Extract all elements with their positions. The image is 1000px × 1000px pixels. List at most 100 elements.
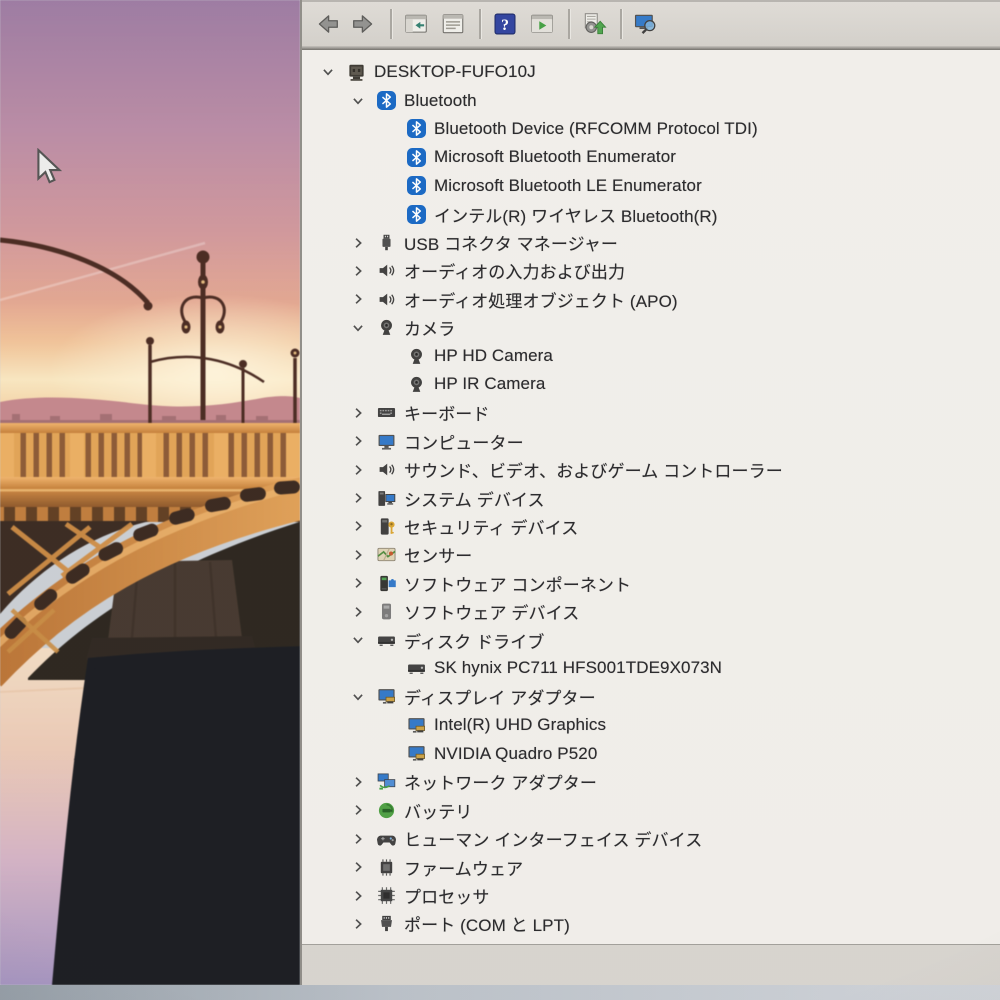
toolbar-separator bbox=[568, 9, 571, 39]
tree-item-firmware[interactable]: ファームウェア bbox=[302, 853, 1000, 881]
battery-icon bbox=[376, 800, 396, 820]
tree-item-label: システム デバイス bbox=[404, 490, 545, 510]
tree-item-audio-inputs-outputs[interactable]: オーディオの入力および出力 bbox=[302, 257, 1000, 285]
camera-icon bbox=[406, 374, 426, 394]
tree-item-label: ポート (COM と LPT) bbox=[404, 916, 570, 936]
tree-item-sound-video-game-controllers[interactable]: サウンド、ビデオ、およびゲーム コントローラー bbox=[302, 455, 1000, 483]
tree-item-sk-hynix-ssd[interactable]: SK hynix PC711 HFS001TDE9X073N bbox=[302, 654, 1000, 682]
tree-item-disk-drives-group[interactable]: ディスク ドライブ bbox=[302, 626, 1000, 654]
chevron-right-icon[interactable] bbox=[350, 293, 376, 305]
toolbar-forward-button[interactable] bbox=[347, 6, 381, 42]
chevron-right-icon[interactable] bbox=[350, 464, 376, 476]
tree-item-label: プロセッサ bbox=[404, 888, 490, 908]
tree-item-label: インテル(R) ワイヤレス Bluetooth(R) bbox=[434, 206, 718, 226]
toolbar-update-driver-button[interactable] bbox=[577, 6, 611, 42]
ports-icon bbox=[376, 914, 396, 934]
chevron-right-icon[interactable] bbox=[350, 804, 376, 816]
tree-item-software-devices[interactable]: ソフトウェア デバイス bbox=[302, 597, 1000, 625]
tree-item-keyboards[interactable]: キーボード bbox=[302, 399, 1000, 427]
tree-item-processors[interactable]: プロセッサ bbox=[302, 881, 1000, 909]
toolbar-back-button[interactable] bbox=[310, 6, 344, 42]
tree-item-label: ディスク ドライブ bbox=[404, 632, 545, 652]
chevron-right-icon[interactable] bbox=[350, 265, 376, 277]
hid-icon bbox=[376, 829, 396, 849]
tree-item-software-components[interactable]: ソフトウェア コンポーネント bbox=[302, 569, 1000, 597]
tree-item-security-devices[interactable]: セキュリティ デバイス bbox=[302, 512, 1000, 540]
display-icon bbox=[406, 715, 426, 735]
processor-icon bbox=[376, 886, 396, 906]
chevron-right-icon[interactable] bbox=[350, 890, 376, 902]
chevron-right-icon[interactable] bbox=[350, 577, 376, 589]
tree-item-label: ネットワーク アダプター bbox=[404, 774, 597, 794]
tree-item-sensors[interactable]: センサー bbox=[302, 541, 1000, 569]
tree-item-label: USB コネクタ マネージャー bbox=[404, 235, 619, 255]
tree-item-cameras-group[interactable]: カメラ bbox=[302, 314, 1000, 342]
tree-item-label: SK hynix PC711 HFS001TDE9X073N bbox=[434, 658, 723, 678]
tree-item-ms-bluetooth-le-enumerator[interactable]: Microsoft Bluetooth LE Enumerator bbox=[302, 172, 1000, 200]
chevron-right-icon[interactable] bbox=[350, 237, 376, 249]
scan-hardware-icon bbox=[634, 14, 656, 34]
software-device-icon bbox=[376, 602, 396, 622]
display-icon bbox=[376, 687, 396, 707]
tree-item-bluetooth-rfcomm[interactable]: Bluetooth Device (RFCOMM Protocol TDI) bbox=[302, 115, 1000, 143]
tree-item-computer-group[interactable]: コンピューター bbox=[302, 427, 1000, 455]
tree-item-label: サウンド、ビデオ、およびゲーム コントローラー bbox=[404, 462, 783, 482]
chevron-right-icon[interactable] bbox=[350, 435, 376, 447]
chevron-right-icon[interactable] bbox=[350, 918, 376, 930]
tree-item-intel-wireless-bluetooth[interactable]: インテル(R) ワイヤレス Bluetooth(R) bbox=[302, 200, 1000, 228]
tree-item-label: コンピューター bbox=[404, 433, 524, 453]
chevron-right-icon[interactable] bbox=[350, 407, 376, 419]
tree-item-usb-connector-manager[interactable]: USB コネクタ マネージャー bbox=[302, 228, 1000, 256]
disk-icon bbox=[376, 630, 396, 650]
tree-item-ms-bluetooth-enumerator[interactable]: Microsoft Bluetooth Enumerator bbox=[302, 143, 1000, 171]
usb-icon bbox=[376, 233, 396, 253]
tree-item-root-computer[interactable]: DESKTOP-FUFO10J bbox=[302, 58, 1000, 86]
toolbar-scan-hardware-changes-button[interactable] bbox=[629, 6, 663, 42]
tree-item-human-interface-devices[interactable]: ヒューマン インターフェイス デバイス bbox=[302, 825, 1000, 853]
chevron-down-icon[interactable] bbox=[350, 634, 376, 646]
toolbar-show-console-tree-button[interactable] bbox=[399, 6, 433, 42]
chevron-down-icon[interactable] bbox=[320, 66, 346, 78]
chevron-right-icon[interactable] bbox=[350, 833, 376, 845]
chevron-right-icon[interactable] bbox=[350, 549, 376, 561]
chevron-down-icon[interactable] bbox=[350, 95, 376, 107]
chevron-right-icon[interactable] bbox=[350, 861, 376, 873]
tree-item-network-adapters[interactable]: ネットワーク アダプター bbox=[302, 768, 1000, 796]
toolbar-help-button[interactable]: ? bbox=[488, 6, 522, 42]
tree-item-label: ディスプレイ アダプター bbox=[404, 689, 596, 709]
tree-item-hp-ir-camera[interactable]: HP IR Camera bbox=[302, 370, 1000, 398]
camera-icon bbox=[376, 318, 396, 338]
chevron-right-icon[interactable] bbox=[350, 606, 376, 618]
audio-icon bbox=[376, 460, 396, 480]
chevron-right-icon[interactable] bbox=[350, 520, 376, 532]
tree-item-label: ソフトウェア コンポーネント bbox=[404, 575, 632, 595]
audio-icon bbox=[376, 261, 396, 281]
chevron-right-icon[interactable] bbox=[350, 776, 376, 788]
toolbar-action-pane-button[interactable] bbox=[525, 6, 559, 42]
tree-item-audio-processing-objects[interactable]: オーディオ処理オブジェクト (APO) bbox=[302, 285, 1000, 313]
toolbar-separator bbox=[390, 9, 393, 39]
computer-icon bbox=[346, 62, 366, 82]
tree-item-hp-hd-camera[interactable]: HP HD Camera bbox=[302, 342, 1000, 370]
tree-item-display-adapters-group[interactable]: ディスプレイ アダプター bbox=[302, 683, 1000, 711]
chevron-down-icon[interactable] bbox=[350, 322, 376, 334]
tree-item-system-devices[interactable]: システム デバイス bbox=[302, 484, 1000, 512]
tree-item-label: Intel(R) UHD Graphics bbox=[434, 715, 607, 735]
tree-item-bluetooth-group[interactable]: Bluetooth bbox=[302, 86, 1000, 114]
bluetooth-icon bbox=[406, 176, 426, 196]
toolbar-separator bbox=[479, 9, 482, 39]
chevron-down-icon[interactable] bbox=[350, 691, 376, 703]
window-bottom-band bbox=[302, 944, 1000, 985]
svg-text:?: ? bbox=[501, 17, 509, 34]
audio-icon bbox=[376, 289, 396, 309]
tree-item-label: キーボード bbox=[404, 405, 490, 425]
system-icon bbox=[376, 488, 396, 508]
chevron-right-icon[interactable] bbox=[350, 492, 376, 504]
toolbar-properties-button[interactable] bbox=[436, 6, 470, 42]
mouse-cursor bbox=[37, 148, 63, 184]
tree-item-intel-uhd-graphics[interactable]: Intel(R) UHD Graphics bbox=[302, 711, 1000, 739]
tree-item-nvidia-quadro-p520[interactable]: NVIDIA Quadro P520 bbox=[302, 739, 1000, 767]
tree-item-ports-com-lpt[interactable]: ポート (COM と LPT) bbox=[302, 910, 1000, 938]
tree-item-batteries[interactable]: バッテリ bbox=[302, 796, 1000, 824]
bluetooth-icon bbox=[406, 119, 426, 139]
